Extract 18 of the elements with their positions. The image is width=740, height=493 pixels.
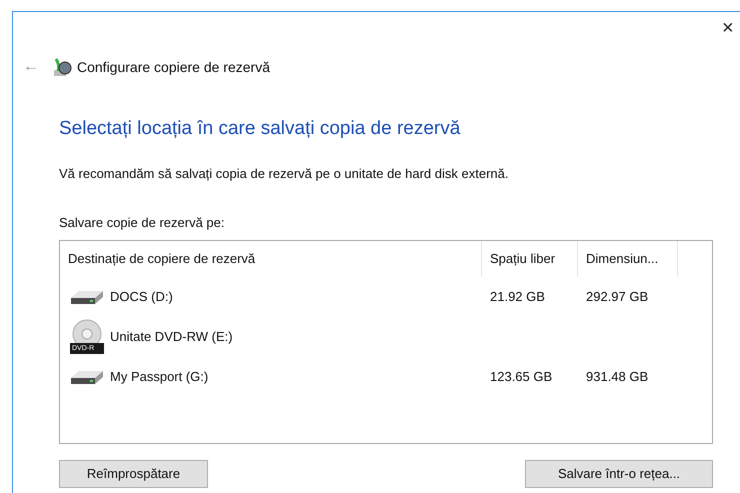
window-title: Configurare copiere de rezervă [77, 58, 270, 77]
backup-icon [51, 56, 73, 78]
drive-name: Unitate DVD-RW (E:) [110, 328, 233, 346]
free-space-cell: 123.65 GB [490, 368, 552, 384]
refresh-button[interactable]: Reîmprospătare [59, 460, 208, 488]
free-space-cell: 21.92 GB [490, 288, 545, 304]
drive-name: DOCS (D:) [110, 288, 173, 306]
network-save-button[interactable]: Salvare într-o rețea... [525, 460, 713, 488]
column-header[interactable]: Spațiu liber [482, 240, 578, 276]
recommendation-text: Vă recomandăm să salvați copia de rezervă pe o unitate de hard disk externă. [59, 164, 510, 183]
column-header[interactable]: Dimensiun... [578, 240, 678, 276]
list-label: Salvare copie de rezervă pe: [59, 214, 226, 232]
drive-name: My Passport (G:) [110, 368, 208, 386]
column-header[interactable]: Destinație de copiere de rezervă [60, 240, 482, 276]
size-cell: 931.48 GB [586, 368, 648, 384]
close-button[interactable]: × [722, 18, 734, 38]
page-heading: Selectați locația în care salvați copia de rezervă [59, 117, 462, 141]
size-cell: 292.97 GB [586, 288, 648, 304]
